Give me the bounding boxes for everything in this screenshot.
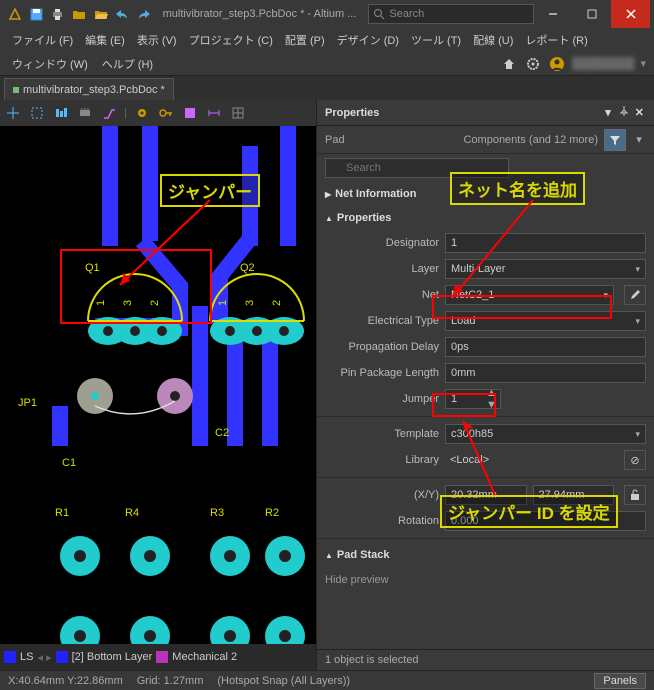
fill-icon[interactable] xyxy=(181,104,199,122)
lock-icon[interactable] xyxy=(624,485,646,505)
close-button[interactable] xyxy=(611,0,650,28)
svg-text:JP1: JP1 xyxy=(18,397,37,409)
align-icon[interactable] xyxy=(52,104,70,122)
filter-label: Components (and 12 more) xyxy=(463,134,598,146)
status-snap: (Hotspot Snap (All Layers)) xyxy=(217,675,350,687)
menu-place[interactable]: 配置 (P) xyxy=(281,30,329,50)
user-icon[interactable] xyxy=(548,55,566,73)
menu-reports[interactable]: レポート (R) xyxy=(521,30,591,50)
svg-text:C2: C2 xyxy=(215,427,229,439)
tab-label: multivibrator_step3.PcbDoc * xyxy=(23,84,165,96)
menu-view[interactable]: 表示 (V) xyxy=(133,30,181,50)
svg-text:C1: C1 xyxy=(62,457,76,469)
key-icon[interactable] xyxy=(157,104,175,122)
menu-window[interactable]: ウィンドウ (W) xyxy=(8,54,92,74)
redo-icon[interactable] xyxy=(136,6,152,22)
menubar-2: ウィンドウ (W) ヘルプ (H) ████████ ▾ xyxy=(0,52,654,76)
net-edit-icon[interactable] xyxy=(624,285,646,305)
pushpin-icon[interactable] xyxy=(619,106,629,119)
ppl-input[interactable]: 0mm xyxy=(445,363,646,383)
pin-icon[interactable]: ▾ xyxy=(605,106,611,119)
save-icon[interactable] xyxy=(29,6,45,22)
print-icon[interactable] xyxy=(50,6,66,22)
home-icon[interactable] xyxy=(500,55,518,73)
search-placeholder: Search xyxy=(389,8,424,20)
svg-text:1: 1 xyxy=(217,300,229,306)
filter-button[interactable] xyxy=(604,129,626,151)
arrow-to-jumper xyxy=(110,195,220,295)
svg-text:3: 3 xyxy=(244,300,256,306)
status-coords: X:40.64mm Y:22.86mm xyxy=(8,675,123,687)
svg-text:R1: R1 xyxy=(55,507,69,519)
pdelay-input[interactable]: 0ps xyxy=(445,337,646,357)
close-panel-icon[interactable]: ✕ xyxy=(635,106,644,119)
menubar: ファイル (F) 編集 (E) 表示 (V) プロジェクト (C) 配置 (P)… xyxy=(0,28,654,52)
menu-edit[interactable]: 編集 (E) xyxy=(81,30,129,50)
arrow-to-net xyxy=(445,195,545,305)
svg-text:R2: R2 xyxy=(265,507,279,519)
menu-help[interactable]: ヘルプ (H) xyxy=(98,54,157,74)
component-icon[interactable] xyxy=(76,104,94,122)
statusbar: X:40.64mm Y:22.86mm Grid: 1.27mm (Hotspo… xyxy=(0,670,654,690)
gear-icon[interactable] xyxy=(524,55,542,73)
menu-design[interactable]: デザイン (D) xyxy=(333,30,403,50)
open2-icon[interactable] xyxy=(93,6,109,22)
layer-mech[interactable]: Mechanical 2 xyxy=(172,651,237,663)
svg-text:R4: R4 xyxy=(125,507,139,519)
layer-tabs[interactable]: LS ◂ ▸ [2] Bottom Layer Mechanical 2 xyxy=(0,644,316,670)
pcb-doc-icon xyxy=(13,87,19,93)
place-cross-icon[interactable] xyxy=(4,104,22,122)
library-link-icon[interactable]: ⊘ xyxy=(624,450,646,470)
layer-bottom[interactable]: [2] Bottom Layer xyxy=(72,651,153,663)
svg-text:2: 2 xyxy=(271,300,283,306)
layer-ls[interactable]: LS xyxy=(20,651,33,663)
maximize-button[interactable] xyxy=(572,0,611,28)
document-tabs: multivibrator_step3.PcbDoc * xyxy=(0,76,654,100)
menu-project[interactable]: プロジェクト (C) xyxy=(185,30,277,50)
undo-icon[interactable] xyxy=(115,6,131,22)
username: ████████ xyxy=(572,58,634,70)
grid-icon[interactable] xyxy=(229,104,247,122)
via-icon[interactable] xyxy=(133,104,151,122)
selection-status: 1 object is selected xyxy=(317,649,654,670)
hide-preview-link[interactable]: Hide preview xyxy=(325,570,389,590)
open-icon[interactable] xyxy=(72,6,88,22)
pcb-viewport[interactable]: | xyxy=(0,100,316,670)
app-icon xyxy=(7,6,23,22)
object-type: Pad xyxy=(325,134,345,146)
filter-dropdown-icon[interactable]: ▾ xyxy=(632,133,646,146)
svg-text:Q2: Q2 xyxy=(240,262,255,274)
section-pad-stack[interactable]: ▲Pad Stack xyxy=(317,543,654,567)
window-title: multivibrator_step3.PcbDoc * - Altium ..… xyxy=(163,8,357,20)
titlebar: multivibrator_step3.PcbDoc * - Altium ..… xyxy=(0,0,654,28)
panels-button[interactable]: Panels xyxy=(594,673,646,689)
arrow-to-jumper-id xyxy=(455,415,515,500)
menu-tools[interactable]: ツール (T) xyxy=(407,30,465,50)
tab-active[interactable]: multivibrator_step3.PcbDoc * xyxy=(4,78,174,100)
dimension-icon[interactable] xyxy=(205,104,223,122)
svg-text:R3: R3 xyxy=(210,507,224,519)
menu-route[interactable]: 配線 (U) xyxy=(469,30,517,50)
select-icon[interactable] xyxy=(28,104,46,122)
menu-file[interactable]: ファイル (F) xyxy=(8,30,77,50)
minimize-button[interactable] xyxy=(534,0,573,28)
status-grid: Grid: 1.27mm xyxy=(137,675,204,687)
titlebar-search[interactable]: Search xyxy=(368,4,533,24)
active-bar: | xyxy=(0,100,316,126)
properties-header: Properties ▾ ✕ xyxy=(317,100,654,126)
route-icon[interactable] xyxy=(100,104,118,122)
highlight-jumper-field xyxy=(432,393,496,417)
